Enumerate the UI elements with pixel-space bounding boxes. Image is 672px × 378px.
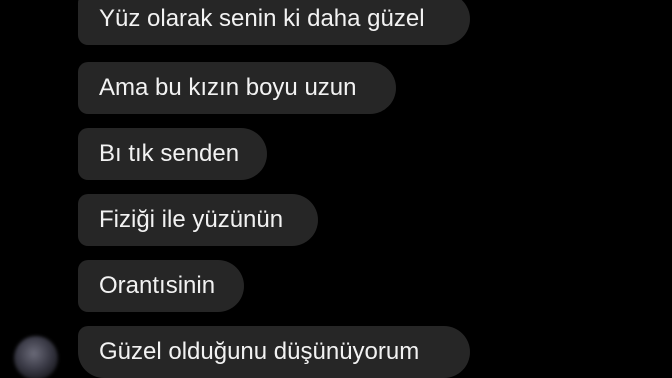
message-bubble[interactable]: Güzel olduğunu düşünüyorum <box>78 326 470 378</box>
message-bubble[interactable]: Ama bu kızın boyu uzun <box>78 62 396 114</box>
message-bubble[interactable]: Yüz olarak senin ki daha güzel <box>78 0 470 45</box>
avatar[interactable] <box>14 336 58 378</box>
chat-thread: Yüz olarak senin ki daha güzel Ama bu kı… <box>0 0 672 378</box>
message-bubble[interactable]: Bı tık senden <box>78 128 267 180</box>
message-bubble[interactable]: Fiziği ile yüzünün <box>78 194 318 246</box>
message-bubble[interactable]: Orantısinin <box>78 260 244 312</box>
